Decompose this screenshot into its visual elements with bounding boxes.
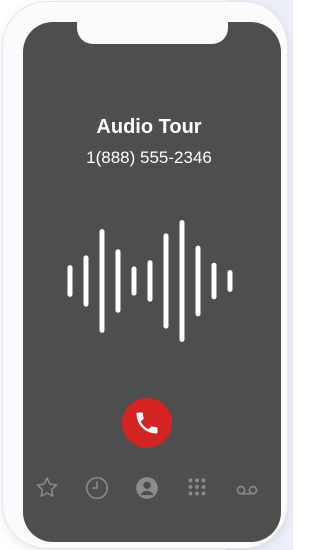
phone-notch [77, 14, 228, 44]
tab-recents[interactable] [82, 473, 112, 503]
end-call-button[interactable] [122, 398, 172, 448]
waveform-bar [67, 265, 73, 297]
waveform-bar [83, 255, 89, 307]
tab-voicemail[interactable] [232, 473, 262, 503]
waveform-bar [227, 270, 233, 292]
voicemail-icon [236, 485, 258, 495]
tab-keypad[interactable] [182, 473, 212, 503]
waveform-bar [131, 266, 137, 296]
waveform-bar [147, 260, 153, 302]
keypad-icon [188, 478, 206, 496]
waveform-bar [163, 233, 169, 329]
waveform-bar [115, 249, 121, 313]
phone-hangup-icon [136, 412, 158, 434]
clock-icon [85, 476, 109, 500]
waveform-bar [99, 229, 105, 333]
waveform-bar [179, 220, 185, 342]
call-title: Audio Tour [96, 116, 202, 138]
phone-frame [3, 2, 287, 548]
phone-number: 1(888) 555-2346 [86, 148, 212, 167]
contact-icon [136, 477, 158, 499]
tab-favorites[interactable] [32, 473, 62, 503]
waveform-bar [195, 245, 201, 317]
star-icon [36, 477, 58, 497]
tab-contacts[interactable] [132, 473, 162, 503]
waveform-bar [211, 262, 217, 300]
